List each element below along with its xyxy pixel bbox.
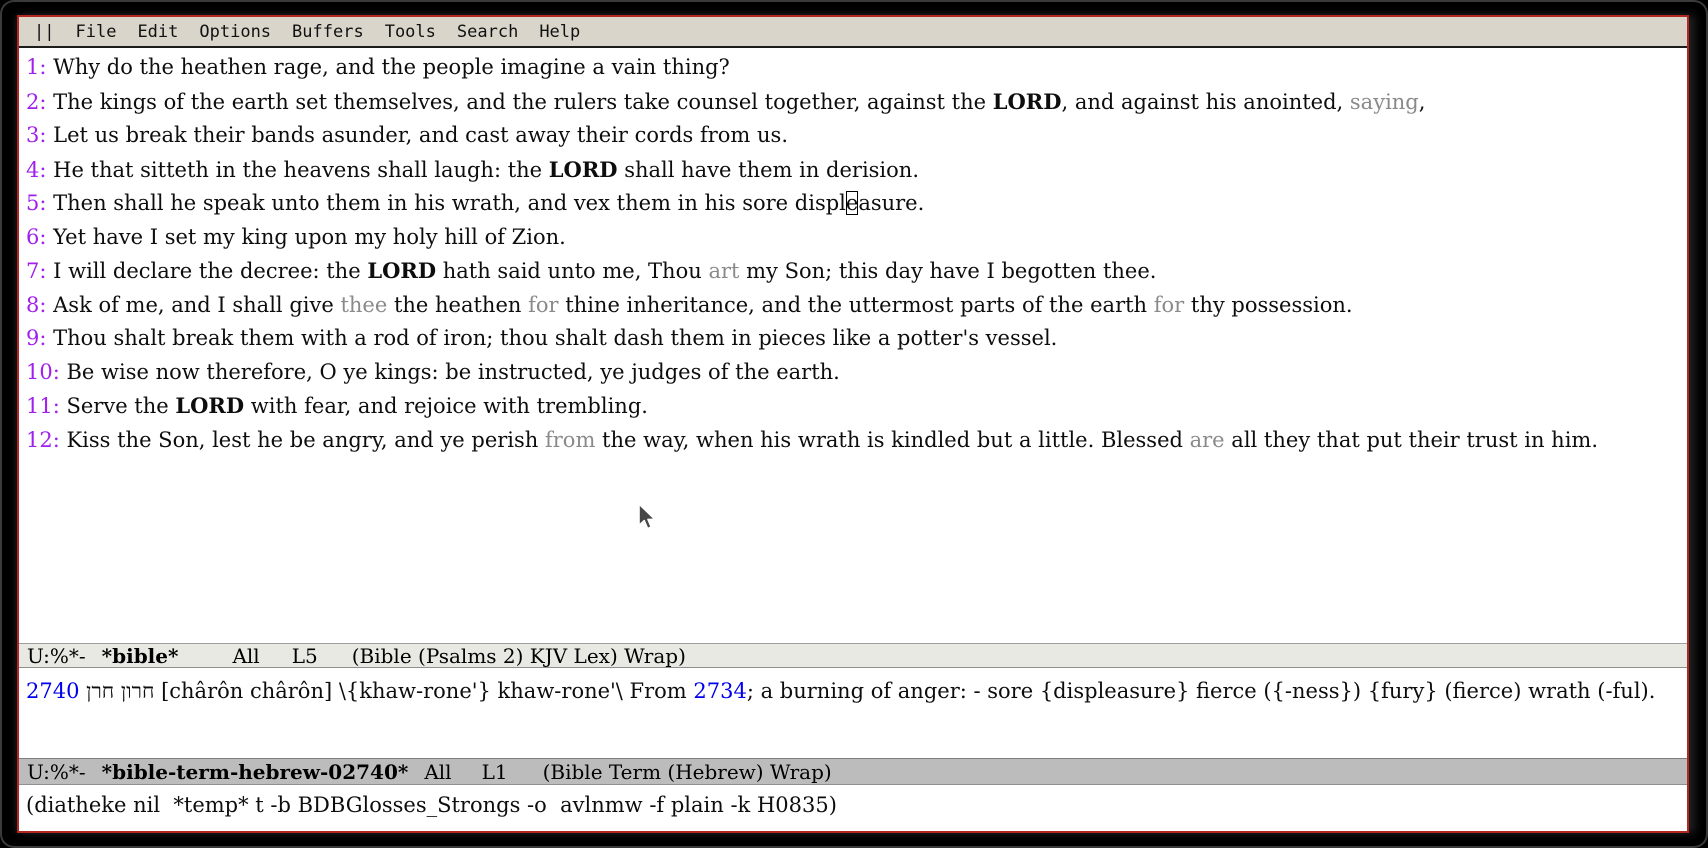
verse-text: , bbox=[1419, 90, 1426, 114]
verse-text: Thou shalt break them with a rod of iron… bbox=[53, 326, 1057, 350]
verse-text: Be wise now therefore, O ye kings: be in… bbox=[66, 360, 839, 384]
menu-item-help[interactable]: Help bbox=[539, 22, 580, 42]
menu-item-[interactable]: || bbox=[34, 22, 54, 42]
verse-line: 1: Why do the heathen rage, and the peop… bbox=[26, 51, 1679, 85]
verse-text: Kiss the Son, lest he be angry, and ye p… bbox=[66, 428, 545, 452]
modeline-line-number: L5 bbox=[292, 644, 318, 668]
added-word: from bbox=[545, 428, 595, 452]
verse-text: [chârôn chârôn] \{khaw-rone'} khaw-rone'… bbox=[161, 679, 693, 703]
verse-line: 8: Ask of me, and I shall give thee the … bbox=[26, 289, 1679, 323]
modeline-buffer-name[interactable]: *bible-term-hebrew-02740* bbox=[102, 760, 409, 784]
verse-line: 10: Be wise now therefore, O ye kings: b… bbox=[26, 356, 1679, 390]
verse-number: 10: bbox=[26, 360, 60, 384]
modeline-major-minor-modes[interactable]: (Bible Term (Hebrew) Wrap) bbox=[543, 760, 832, 784]
verse-text: Why do the heathen rage, and the people … bbox=[53, 55, 730, 79]
menu-bar[interactable]: || File Edit Options Buffers Tools Search Help bbox=[19, 17, 1687, 48]
verse-number: 7: bbox=[26, 259, 46, 283]
modeline-bible: U:%*- *bible* All L5 (Bible (Psalms 2) K… bbox=[19, 643, 1687, 668]
verse-text: , and against his anointed, bbox=[1061, 90, 1349, 114]
verse-line: 4: He that sitteth in the heavens shall … bbox=[26, 153, 1679, 188]
menu-item-buffers[interactable]: Buffers bbox=[292, 22, 364, 42]
menu-item-search[interactable]: Search bbox=[457, 22, 518, 42]
divine-name-bold: LORD bbox=[993, 89, 1062, 114]
menu-item-options[interactable]: Options bbox=[199, 22, 271, 42]
verse-number: 5: bbox=[26, 191, 46, 215]
verse-text: He that sitteth in the heavens shall lau… bbox=[53, 158, 549, 182]
verse-line: 5: Then shall he speak unto them in his … bbox=[26, 187, 1679, 221]
verse-text: ; a burning of anger: - sore {displeasur… bbox=[747, 679, 1656, 703]
verse-text: Let us break their bands asunder, and ca… bbox=[53, 123, 788, 147]
verse-text: the heathen bbox=[387, 293, 528, 317]
lexicon-entry: 2740 חרון חרן [chârôn chârôn] \{khaw-ron… bbox=[26, 675, 1679, 709]
verse-line: 3: Let us break their bands asunder, and… bbox=[26, 119, 1679, 153]
verse-text: Ask of me, and I shall give bbox=[53, 293, 340, 317]
verse-text: Yet have I set my king upon my holy hill… bbox=[53, 225, 566, 249]
modeline-major-minor-modes[interactable]: (Bible (Psalms 2) KJV Lex) Wrap) bbox=[352, 644, 686, 668]
verse-number: 12: bbox=[26, 428, 60, 452]
verse-text: The kings of the earth set themselves, a… bbox=[53, 90, 993, 114]
added-word: for bbox=[1154, 293, 1184, 317]
verse-text: thy possession. bbox=[1184, 293, 1352, 317]
strongs-number-link[interactable]: 2740 bbox=[26, 679, 79, 703]
verse-number: 8: bbox=[26, 293, 46, 317]
verse-line: 11: Serve the LORD with fear, and rejoic… bbox=[26, 389, 1679, 424]
modeline-line-number: L1 bbox=[482, 760, 508, 784]
menu-item-tools[interactable]: Tools bbox=[385, 22, 436, 42]
verse-number: 11: bbox=[26, 394, 60, 418]
emacs-frame: ||FileEditOptionsBuffersToolsSearchHelp … bbox=[17, 15, 1689, 833]
added-word: thee bbox=[340, 293, 387, 317]
verse-number: 3: bbox=[26, 123, 46, 147]
verse-number: 1: bbox=[26, 55, 46, 79]
verse-text: asure. bbox=[858, 191, 924, 215]
verse-text: I will declare the decree: the bbox=[53, 259, 367, 283]
verse-line: 12: Kiss the Son, lest he be angry, and … bbox=[26, 424, 1679, 458]
verse-line: 6: Yet have I set my king upon my holy h… bbox=[26, 221, 1679, 255]
modeline-buffer-name[interactable]: *bible* bbox=[102, 644, 179, 668]
menu-item-file[interactable]: File bbox=[75, 22, 116, 42]
modeline-position: All bbox=[232, 644, 259, 668]
lexicon-buffer[interactable]: 2740 חרון חרן [chârôn chârôn] \{khaw-ron… bbox=[19, 668, 1687, 758]
echo-area[interactable]: (diatheke nil *temp* t -b BDBGlosses_Str… bbox=[19, 785, 1687, 831]
verse-line: 9: Thou shalt break them with a rod of i… bbox=[26, 322, 1679, 356]
verse-text: חרון חרן bbox=[79, 679, 161, 703]
added-word: are bbox=[1190, 428, 1225, 452]
strongs-number-link[interactable]: 2734 bbox=[693, 679, 746, 703]
verse-text: thine inheritance, and the uttermost par… bbox=[559, 293, 1154, 317]
divine-name-bold: LORD bbox=[367, 258, 436, 283]
divine-name-bold: LORD bbox=[175, 393, 244, 418]
verse-text: the way, when his wrath is kindled but a… bbox=[595, 428, 1189, 452]
verse-number: 6: bbox=[26, 225, 46, 249]
menu-item-edit[interactable]: Edit bbox=[137, 22, 178, 42]
verse-text: hath said unto me, Thou bbox=[436, 259, 708, 283]
modeline-status-flags[interactable]: U:%*- bbox=[27, 644, 86, 668]
verse-number: 2: bbox=[26, 90, 46, 114]
verse-text: shall have them in derision. bbox=[618, 158, 919, 182]
verse-line: 2: The kings of the earth set themselves… bbox=[26, 85, 1679, 120]
added-word: art bbox=[708, 259, 739, 283]
added-word: for bbox=[528, 293, 558, 317]
modeline-status-flags[interactable]: U:%*- bbox=[27, 760, 86, 784]
verse-text: Serve the bbox=[66, 394, 175, 418]
verse-number: 4: bbox=[26, 158, 46, 182]
bible-buffer[interactable]: 1: Why do the heathen rage, and the peop… bbox=[19, 48, 1687, 643]
modeline-position: All bbox=[424, 760, 451, 784]
verse-line: 7: I will declare the decree: the LORD h… bbox=[26, 254, 1679, 289]
verse-text: my Son; this day have I begotten thee. bbox=[739, 259, 1156, 283]
text-cursor: e bbox=[846, 191, 858, 215]
verse-text: with fear, and rejoice with trembling. bbox=[244, 394, 648, 418]
added-word: saying bbox=[1350, 90, 1419, 114]
verse-number: 9: bbox=[26, 326, 46, 350]
verse-text: Then shall he speak unto them in his wra… bbox=[53, 191, 846, 215]
modeline-lexicon: U:%*- *bible-term-hebrew-02740* All L1 (… bbox=[19, 758, 1687, 785]
verse-text: all they that put their trust in him. bbox=[1225, 428, 1598, 452]
divine-name-bold: LORD bbox=[549, 157, 618, 182]
